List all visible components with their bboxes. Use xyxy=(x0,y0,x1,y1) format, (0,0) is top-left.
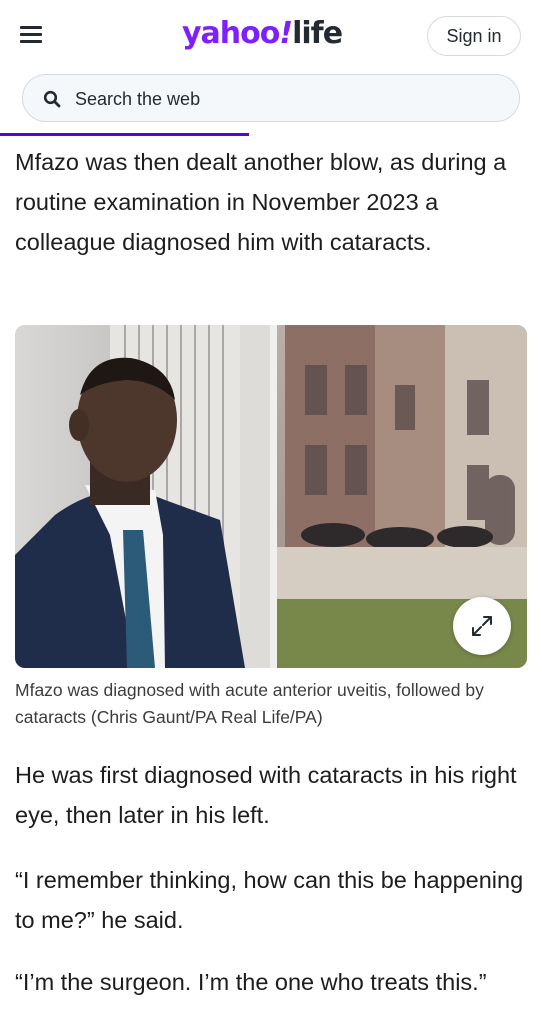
sign-in-button[interactable]: Sign in xyxy=(427,16,521,56)
photo-illustration xyxy=(15,325,527,668)
expand-icon xyxy=(472,616,492,636)
top-bar: yahoo!life Sign in xyxy=(0,0,542,70)
image-caption: Mfazo was diagnosed with acute anterior … xyxy=(15,680,484,727)
article-paragraph: Mfazo was then dealt another blow, as du… xyxy=(15,149,507,255)
article-paragraph: He was first diagnosed with cataracts in… xyxy=(15,762,517,828)
logo-secondary: life xyxy=(292,16,343,51)
expand-image-button[interactable] xyxy=(453,597,511,655)
search-icon xyxy=(43,90,61,108)
reading-progress-bar xyxy=(0,133,250,136)
yahoo-life-logo[interactable]: yahoo!life xyxy=(182,14,343,54)
article-paragraph: “I’m the surgeon. I’m the one who treats… xyxy=(15,969,487,995)
logo-primary: yahoo xyxy=(182,16,280,51)
hamburger-menu-icon[interactable] xyxy=(20,24,42,44)
search-bar[interactable] xyxy=(22,74,520,123)
logo-mark: ! xyxy=(279,16,293,51)
search-input[interactable] xyxy=(73,75,507,123)
article-paragraph: “I remember thinking, how can this be ha… xyxy=(15,867,524,933)
article-photo[interactable] xyxy=(15,325,527,668)
